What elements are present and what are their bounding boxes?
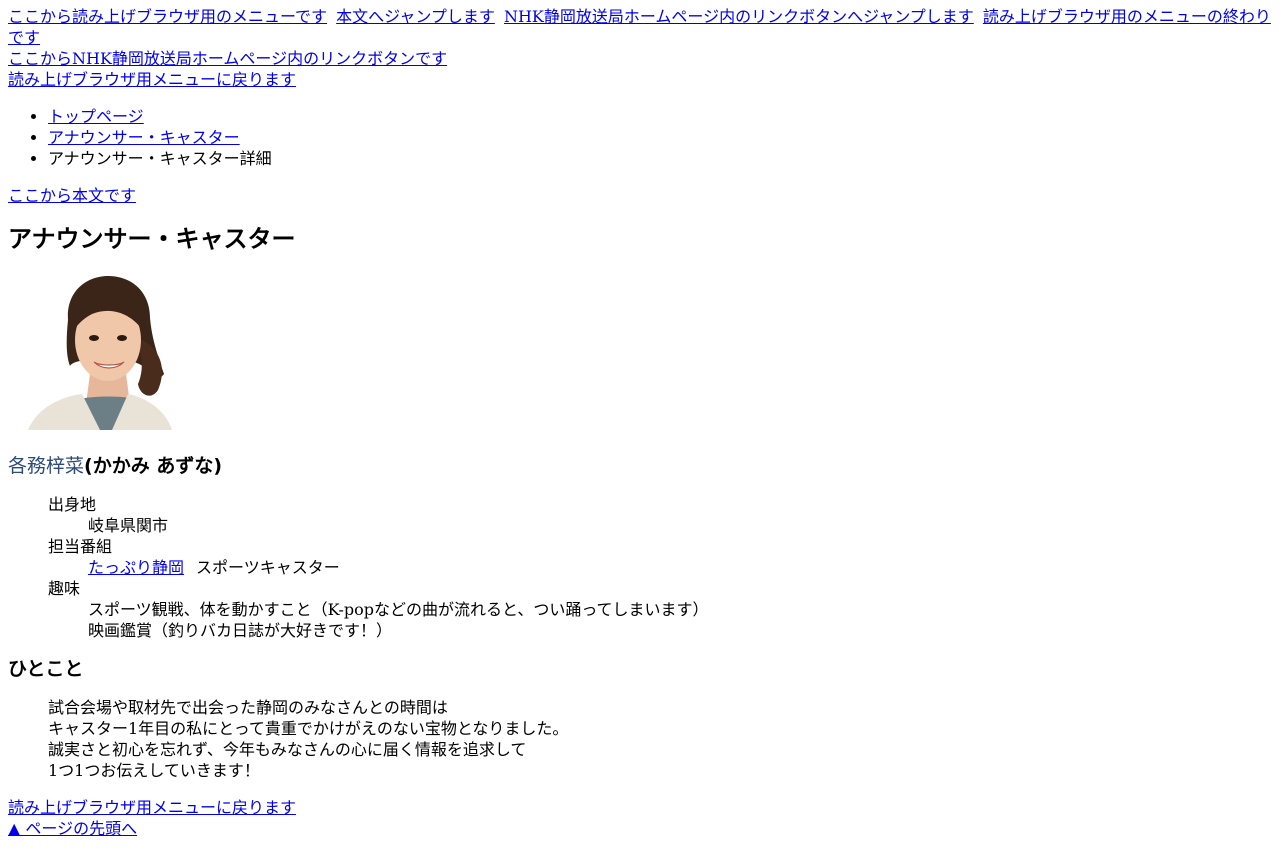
jump-to-body-link[interactable]: 本文へジャンプします — [336, 7, 495, 26]
hitokoto-line: 1つ1つお伝えしていきます！ — [48, 761, 260, 780]
program-role: スポーツキャスター — [196, 558, 340, 577]
jump-to-nhk-links-link[interactable]: NHK静岡放送局ホームページ内のリンクボタンへジャンプします — [504, 7, 974, 26]
back-to-reader-menu-link-top[interactable]: 読み上げブラウザ用メニューに戻ります — [8, 70, 296, 89]
program-value: たっぷり静岡 スポーツキャスター — [88, 557, 1276, 578]
page-title: アナウンサー・キャスター — [8, 225, 296, 253]
breadcrumb-link-announcers[interactable]: アナウンサー・キャスター — [48, 128, 240, 147]
hobby-value-1: スポーツ観戦、体を動かすこと（K-popなどの曲が流れると、つい踊ってしまいます… — [88, 600, 709, 619]
announcer-reading: (かかみ あずな) — [84, 455, 222, 477]
announcer-photo — [8, 270, 192, 430]
reader-skip-menu: ここから読み上げブラウザ用のメニューです 本文へジャンプします NHK静岡放送局… — [8, 6, 1276, 48]
hobby-label: 趣味 — [48, 579, 81, 598]
program-link[interactable]: たっぷり静岡 — [88, 558, 184, 577]
breadcrumb-item-announcers: アナウンサー・キャスター — [48, 127, 1276, 148]
breadcrumb-item-current: アナウンサー・キャスター詳細 — [48, 148, 1276, 169]
hobby-value-2: 映画鑑賞（釣りバカ日誌が大好きです！） — [88, 621, 393, 640]
body-start-link[interactable]: ここから本文です — [8, 186, 136, 205]
announcer-name: 各務梓菜 — [8, 455, 85, 477]
breadcrumb-link-top[interactable]: トップページ — [48, 107, 144, 126]
birthplace-label: 出身地 — [48, 495, 97, 514]
hitokoto-line: 誠実さと初心を忘れず、今年もみなさんの心に届く情報を追求して — [48, 740, 527, 759]
program-label: 担当番組 — [48, 537, 113, 556]
profile-details: 出身地 岐阜県関市 担当番組 たっぷり静岡 スポーツキャスター 趣味 スポーツ観戦… — [48, 494, 1276, 641]
hitokoto-line: 試合会場や取材先で出会った静岡のみなさんとの時間は — [48, 698, 448, 717]
page: ここから読み上げブラウザ用のメニューです 本文へジャンプします NHK静岡放送局… — [0, 0, 1284, 839]
hitokoto-message: 試合会場や取材先で出会った静岡のみなさんとの時間は キャスター1年目の私にとって… — [48, 697, 1276, 781]
reader-menu-link[interactable]: ここから読み上げブラウザ用のメニューです — [8, 7, 327, 26]
birthplace-value: 岐阜県関市 — [88, 516, 169, 535]
breadcrumb-item-top: トップページ — [48, 106, 1276, 127]
page-top-link[interactable]: ▲ ページの先頭へ — [8, 819, 137, 838]
nhk-links-start-link[interactable]: ここからNHK静岡放送局ホームページ内のリンクボタンです — [8, 49, 447, 68]
hitokoto-line: キャスター1年目の私にとって貴重でかけがえのない宝物となりました。 — [48, 719, 569, 738]
back-to-reader-menu-link-bottom[interactable]: 読み上げブラウザ用メニューに戻ります — [8, 798, 296, 817]
announcer-name-heading: 各務梓菜(かかみ あずな) — [8, 454, 1276, 478]
breadcrumb: トップページ アナウンサー・キャスター アナウンサー・キャスター詳細 — [8, 106, 1276, 169]
hitokoto-heading: ひとこと — [8, 658, 84, 680]
